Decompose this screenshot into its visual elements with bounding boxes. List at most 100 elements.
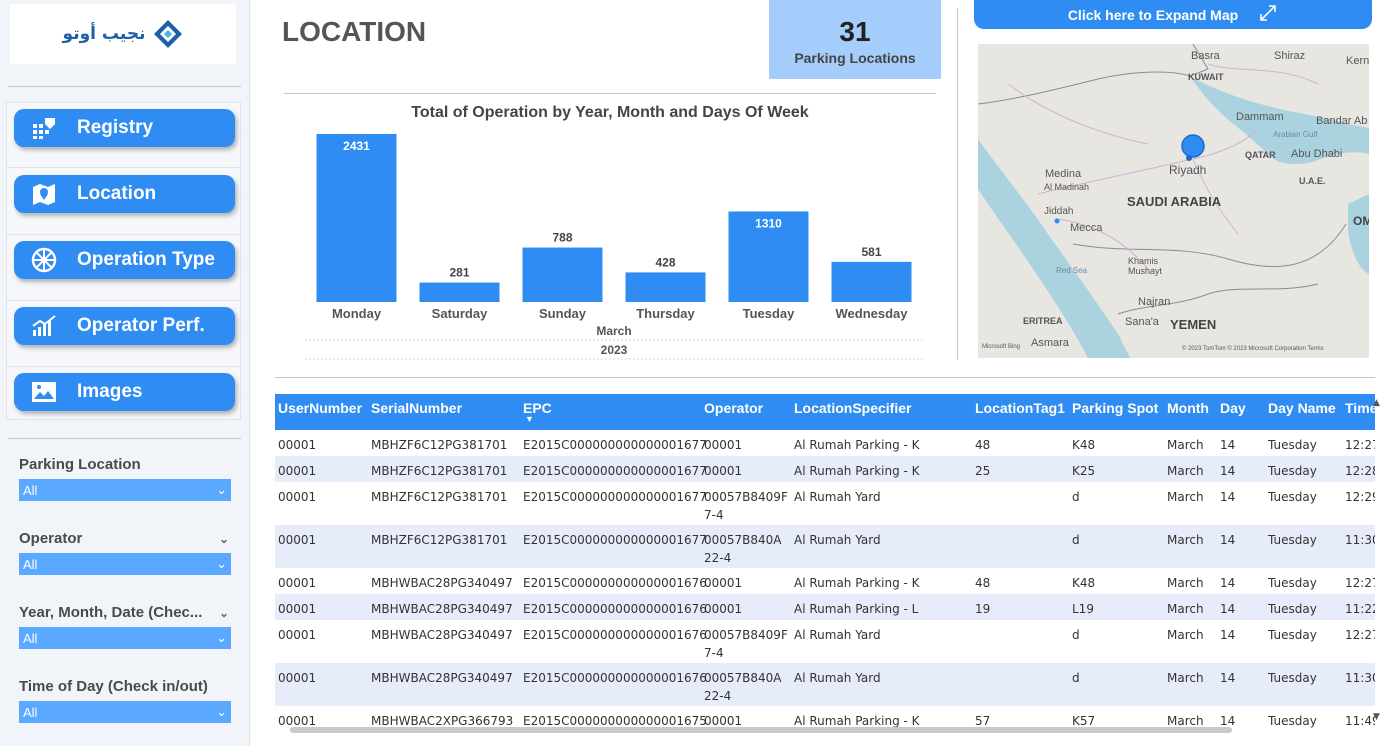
map-label: Al Madinah xyxy=(1044,182,1090,192)
table-cell: Al Rumah Yard xyxy=(794,628,881,642)
horizontal-scrollbar[interactable] xyxy=(290,727,1232,733)
column-header[interactable]: UserNumber xyxy=(278,400,362,416)
table-row[interactable]: 00001 MBHWBAC28PG340497 E2015C000000000000… xyxy=(275,663,1375,706)
table-cell: 00001 xyxy=(278,576,317,590)
table-row[interactable]: 00001 MBHWBAC28PG340497 E2015C000000000000… xyxy=(275,594,1375,620)
chevron-down-icon: ⌄ xyxy=(216,704,227,719)
bar-chart-svg: 2431 Monday 281 Saturday 788 Sunday 428 Thursda… xyxy=(305,134,923,360)
expand-filter-icon[interactable]: ⌄ xyxy=(219,532,229,546)
table-cell: Tuesday xyxy=(1268,533,1317,547)
sort-desc-icon[interactable]: ▼ xyxy=(525,414,534,424)
column-header[interactable]: LocationSpecifier xyxy=(794,400,911,416)
location-pin[interactable] xyxy=(1181,134,1205,158)
date-filter: Year, Month, Date (Chec... ⌄ All ⌄ xyxy=(19,604,231,649)
map-label: QATAR xyxy=(1245,150,1276,160)
map-label: Bandar Ab xyxy=(1316,115,1368,127)
column-header[interactable]: Operator xyxy=(704,400,763,416)
nav-operator-perf-button[interactable]: Operator Perf. xyxy=(14,307,235,345)
scroll-up-icon[interactable]: ▲ xyxy=(1373,398,1380,408)
map-label: Jiddah xyxy=(1044,206,1074,217)
time-of-day-select[interactable]: All ⌄ xyxy=(19,701,231,723)
table-cell: Tuesday xyxy=(1268,602,1317,616)
chevron-down-icon: ⌄ xyxy=(216,482,227,497)
table-cell: Tuesday xyxy=(1268,490,1317,504)
chart-bar[interactable] xyxy=(522,247,603,302)
x-tick-label: Sunday xyxy=(539,306,587,321)
scroll-down-icon[interactable]: ▼ xyxy=(1373,712,1380,722)
date-filter-label: Year, Month, Date (Chec... xyxy=(19,604,203,621)
table-cell: 00001 xyxy=(704,602,743,616)
map-label: Najran xyxy=(1138,296,1171,308)
table-cell: 48 xyxy=(975,438,991,452)
nav-operation-type-label: Operation Type xyxy=(77,249,215,270)
location-map[interactable]: Basra Shiraz Kern KUWAIT Dammam Bandar A… xyxy=(978,44,1369,358)
chart-bar[interactable] xyxy=(316,134,397,302)
nav-registry-button[interactable]: Registry xyxy=(14,109,235,147)
column-header[interactable]: Month xyxy=(1167,400,1209,416)
bar-data-label: 1310 xyxy=(755,216,782,230)
expand-filter-icon[interactable]: ⌄ xyxy=(219,606,229,620)
table-cell: 19 xyxy=(975,602,991,616)
column-header[interactable]: Day xyxy=(1220,400,1246,416)
nav-location-button[interactable]: Location xyxy=(14,175,235,213)
operator-value: All xyxy=(23,556,38,572)
map-attribution[interactable]: © 2023 TomTom © 2023 Microsoft Corporati… xyxy=(1182,346,1324,352)
nav-operation-type-button[interactable]: Operation Type xyxy=(14,241,235,279)
table-cell: March xyxy=(1167,628,1204,642)
table-cell: 00057B840A 22-4 xyxy=(704,533,782,565)
table-row[interactable]: 00001 MBHZF6C12PG381701 E2015C000000000000… xyxy=(275,482,1375,525)
table-row[interactable]: 00001 MBHZF6C12PG381701 E2015C000000000000… xyxy=(275,525,1375,568)
wheel-icon xyxy=(31,247,57,273)
expand-map-button[interactable]: Click here to Expand Map xyxy=(974,0,1372,29)
table-row[interactable]: 00001 MBHZF6C12PG381701 E2015C000000000000… xyxy=(275,430,1375,456)
table-cell: 00001 xyxy=(278,438,317,452)
table-row[interactable]: 00001 MBHZF6C12PG381701 E2015C000000000000… xyxy=(275,456,1375,482)
x-tick-label: Tuesday xyxy=(743,306,796,321)
table-row[interactable]: 00001 MBHWBAC28PG340497 E2015C000000000000… xyxy=(275,620,1375,663)
table-cell: Tuesday xyxy=(1268,464,1317,478)
nav-images-button[interactable]: Images xyxy=(14,373,235,411)
table-cell: 00057B8409F 7-4 xyxy=(704,490,788,522)
map-label: OM xyxy=(1353,214,1369,228)
chart-bar[interactable] xyxy=(419,282,500,302)
table-cell: K25 xyxy=(1072,464,1096,478)
map-label: Dammam xyxy=(1236,111,1284,123)
column-header[interactable]: SerialNumber xyxy=(371,400,462,416)
table-cell: MBHWBAC28PG340497 xyxy=(371,671,513,685)
table-cell: 00001 xyxy=(278,464,317,478)
logo-diamond-icon xyxy=(154,20,183,48)
table-cell: 12:28 xyxy=(1345,464,1375,478)
table-cell: Al Rumah Parking - L xyxy=(794,602,919,616)
table-cell: March xyxy=(1167,490,1204,504)
table-cell: E2015C000000000000001677 xyxy=(523,533,707,547)
table-row[interactable]: 00001 MBHWBAC28PG340497 E2015C000000000000… xyxy=(275,568,1375,594)
nav-location-label: Location xyxy=(77,183,157,204)
map-bing-logo: Microsoft Bing xyxy=(982,344,1021,350)
table-cell: Al Rumah Yard xyxy=(794,671,881,685)
column-header[interactable]: Day Name xyxy=(1268,400,1336,416)
column-header[interactable]: LocationTag1 xyxy=(975,400,1065,416)
operator-select[interactable]: All ⌄ xyxy=(19,553,231,575)
map-label: Red Sea xyxy=(1056,266,1088,275)
logo-text: نجيب أوتو xyxy=(62,24,146,44)
parking-location-select[interactable]: All ⌄ xyxy=(19,479,231,501)
table-cell: 12:27 xyxy=(1345,438,1375,452)
chart-bar[interactable] xyxy=(831,261,912,302)
table-cell: 25 xyxy=(975,464,991,478)
map-label: Riyadh xyxy=(1169,163,1207,177)
table-cell: 12:27 xyxy=(1345,628,1375,642)
column-header[interactable]: Time xyxy=(1345,400,1375,416)
column-header[interactable]: Parking Spot xyxy=(1072,400,1158,416)
table-cell: MBHZF6C12PG381701 xyxy=(371,464,508,478)
sidebar-divider xyxy=(8,438,241,439)
chart-bar[interactable] xyxy=(625,272,706,302)
date-select[interactable]: All ⌄ xyxy=(19,627,231,649)
table-cell: E2015C000000000000001677 xyxy=(523,438,707,452)
table-cell: MBHWBAC28PG340497 xyxy=(371,628,513,642)
x-tick-label: Wednesday xyxy=(835,306,908,321)
sidebar-divider xyxy=(8,86,241,87)
kpi-card: 31 Parking Locations xyxy=(769,0,941,79)
location-pin-dot[interactable] xyxy=(1186,155,1192,161)
data-table: UserNumber SerialNumber EPC Operator Locatio… xyxy=(275,394,1375,740)
location-dot[interactable] xyxy=(1054,218,1060,224)
